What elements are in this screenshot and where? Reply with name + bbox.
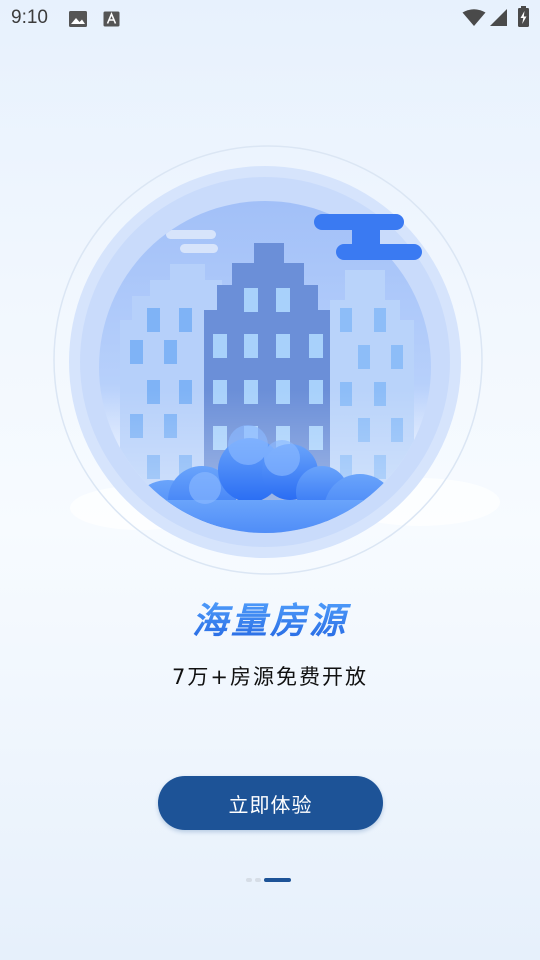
headline: 海量房源 (0, 592, 540, 644)
page-indicator (246, 877, 291, 883)
battery-charging-icon (518, 6, 529, 27)
image-icon (69, 11, 87, 27)
signal-icon (490, 9, 507, 26)
status-time: 9:10 (11, 7, 48, 28)
city-buildings-illustration (53, 145, 500, 575)
wifi-icon (462, 9, 486, 26)
text-a-icon (103, 11, 120, 27)
onboarding-screen: 9:10 海量房源 7万+房源免费开放 立即体验 (0, 0, 540, 960)
subtitle: 7万+房源免费开放 (172, 665, 368, 689)
try-now-button[interactable]: 立即体验 (158, 776, 383, 830)
page-dot-active (264, 878, 291, 882)
status-bar: 9:10 (0, 0, 540, 36)
page-dot (255, 878, 261, 882)
page-dot (246, 878, 252, 882)
